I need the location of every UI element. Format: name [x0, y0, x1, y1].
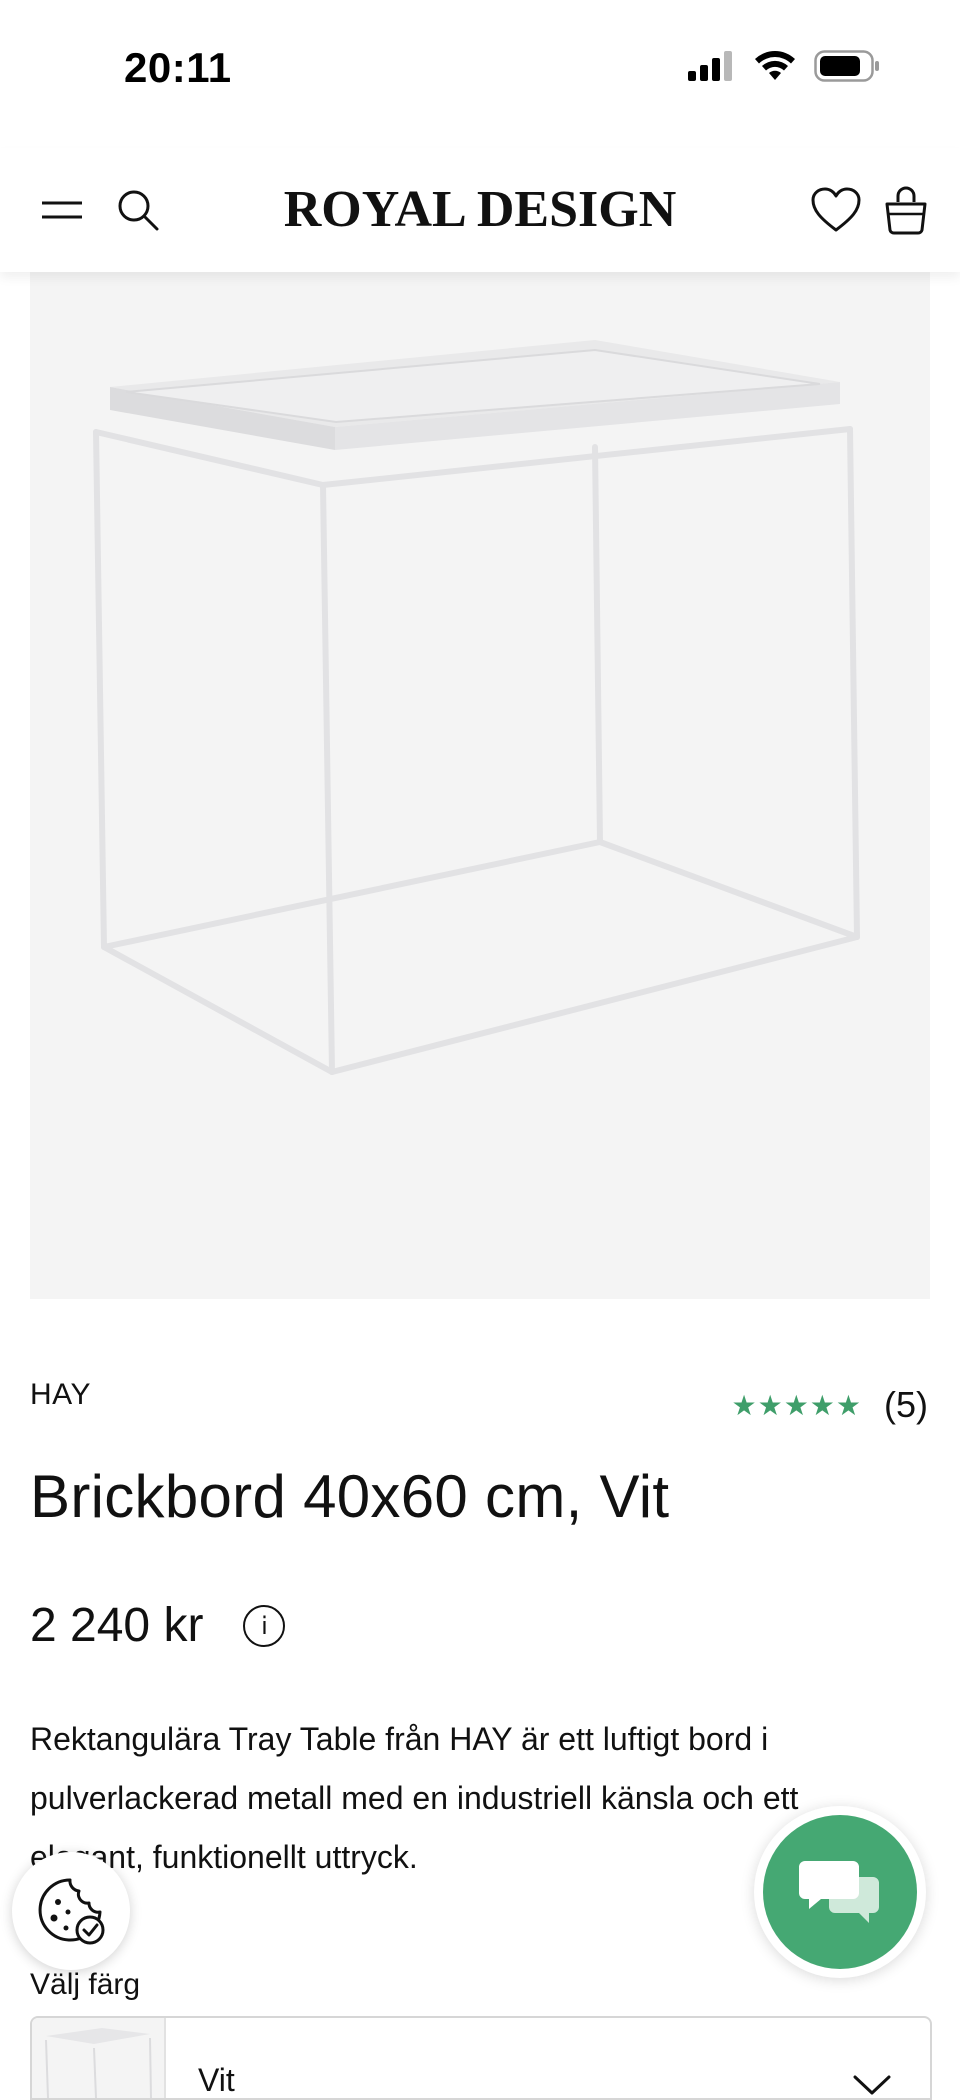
status-bar: 20:11 [0, 0, 960, 140]
site-header: ROYAL DESIGN [0, 148, 960, 272]
chat-button[interactable] [754, 1806, 926, 1978]
wifi-icon [755, 51, 795, 80]
color-select-label: Välj färg [30, 1968, 141, 2001]
product-image[interactable] [30, 272, 930, 1299]
chevron-down-icon [853, 2075, 891, 2095]
product-price: 2 240 kr [30, 1599, 204, 1652]
rating-stars: ★★★★★ [731, 1389, 862, 1421]
battery-icon [814, 50, 879, 82]
heart-icon [811, 187, 861, 232]
chat-button-inner [763, 1815, 917, 1969]
status-icons [688, 50, 880, 82]
bag-icon [885, 186, 927, 235]
review-count: (5) [884, 1384, 928, 1425]
price-info-icon[interactable]: i [243, 1604, 286, 1647]
status-time: 20:11 [124, 44, 232, 91]
product-brand[interactable]: HAY [30, 1378, 91, 1412]
cookie-settings-button[interactable] [12, 1852, 130, 1970]
price-row: 2 240 kr i [30, 1598, 286, 1653]
cart-button[interactable] [878, 182, 934, 238]
chat-icon [799, 1861, 879, 1923]
wishlist-button[interactable] [808, 182, 864, 238]
cookie-settings-icon [38, 1878, 105, 1945]
signal-icon [688, 51, 732, 81]
tray-table-illustration [93, 340, 860, 1075]
product-title: Brickbord 40x60 cm, Vit [30, 1463, 670, 1530]
color-select-dropdown[interactable]: Vit [30, 2016, 932, 2100]
product-rating[interactable]: ★★★★★ (5) [731, 1384, 928, 1426]
color-thumbnail [32, 2018, 166, 2098]
